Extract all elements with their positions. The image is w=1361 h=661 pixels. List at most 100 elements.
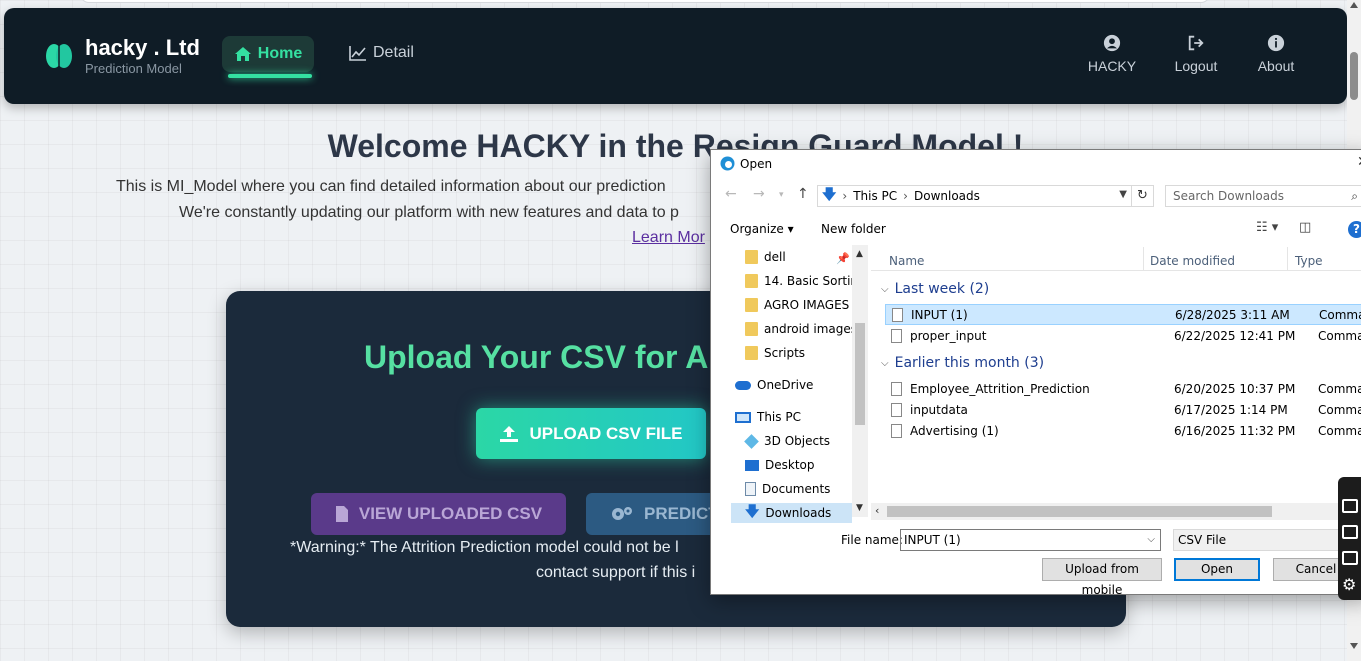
scroll-up-arrow-icon[interactable]	[1350, 2, 1358, 8]
camera-icon[interactable]	[1342, 499, 1358, 513]
view-uploaded-csv-button[interactable]: VIEW UPLOADED CSV	[311, 493, 566, 535]
upload-csv-button[interactable]: UPLOAD CSV FILE	[476, 408, 706, 459]
recent-locations-icon[interactable]: ▾	[779, 190, 784, 200]
organize-menu[interactable]: Organize ▾	[730, 222, 794, 236]
upload-from-mobile-button[interactable]: Upload from mobile	[1042, 558, 1162, 594]
help-icon[interactable]: ?	[1348, 221, 1361, 238]
page-scrollbar-thumb[interactable]	[1350, 52, 1358, 100]
up-arrow-icon[interactable]: ↑	[797, 186, 809, 202]
open-button[interactable]: Open	[1174, 558, 1260, 581]
file-date: 6/22/2025 12:41 PM	[1174, 328, 1296, 343]
nav-about[interactable]: About	[1236, 34, 1316, 74]
tree-item-label: Desktop	[765, 458, 815, 472]
warning-text-line1: *Warning:* The Attrition Prediction mode…	[290, 539, 679, 556]
nav-user[interactable]: HACKY	[1072, 34, 1152, 74]
folder-icon	[745, 346, 758, 360]
view-options-icon[interactable]: ☷ ▾ ◫	[1256, 220, 1311, 235]
video-icon[interactable]	[1342, 525, 1358, 539]
tree-item-dell[interactable]: dell	[745, 247, 786, 267]
file-name: INPUT (1)	[911, 307, 968, 322]
nav-about-label: About	[1257, 58, 1295, 74]
folder-icon	[745, 322, 758, 336]
file-type: Comma Sepa	[1318, 402, 1361, 417]
search-input[interactable]: Search Downloads ⌕	[1165, 185, 1361, 207]
scroll-down-arrow-icon[interactable]	[1350, 643, 1358, 649]
home-icon	[234, 47, 251, 61]
file-name: proper_input	[910, 328, 987, 343]
column-separator[interactable]	[1143, 247, 1144, 271]
tree-scrollbar-thumb[interactable]	[855, 323, 865, 425]
nav-home[interactable]: Home	[222, 36, 314, 72]
back-arrow-icon[interactable]: ←	[725, 186, 737, 202]
tree-scroll-up-icon[interactable]: ▲	[856, 249, 863, 259]
document-icon	[745, 482, 756, 496]
tree-item-basic-sorting[interactable]: 14. Basic Sorting	[745, 271, 866, 291]
file-name-input[interactable]: INPUT (1) ⌵	[900, 529, 1161, 551]
horizontal-scrollbar-thumb[interactable]	[887, 506, 1272, 517]
upload-csv-label: UPLOAD CSV FILE	[529, 423, 683, 443]
tree-item-scripts[interactable]: Scripts	[745, 343, 805, 363]
cloud-icon	[735, 380, 751, 390]
refresh-icon[interactable]: ↻	[1132, 185, 1154, 207]
group-header-earlier-this-month[interactable]: ⌵ Earlier this month (3)	[881, 355, 1044, 371]
file-type: Comma Sepa	[1318, 423, 1361, 438]
breadcrumb-downloads[interactable]: Downloads	[914, 189, 980, 203]
tree-item-documents[interactable]: Documents	[745, 479, 830, 499]
nav-logout-label: Logout	[1174, 58, 1218, 74]
address-dropdown-icon[interactable]: ▼	[1119, 189, 1127, 200]
file-name: inputdata	[910, 402, 968, 417]
column-type[interactable]: Type	[1295, 254, 1323, 268]
nav-detail[interactable]: Detail	[349, 44, 414, 62]
column-date-modified[interactable]: Date modified	[1150, 254, 1235, 268]
new-folder-button[interactable]: New folder	[821, 222, 886, 236]
tree-item-label: AGRO IMAGES	[764, 298, 850, 312]
learn-more-link[interactable]: Learn Mor	[632, 229, 705, 247]
tree-item-downloads[interactable]: 🡇 Downloads	[745, 503, 831, 523]
screen-capture-toolbar: ⚙	[1338, 477, 1361, 600]
file-row[interactable]: inputdata 6/17/2025 1:14 PM Comma Sepa	[885, 399, 1361, 420]
tree-item-3d-objects[interactable]: 3D Objects	[744, 431, 831, 451]
file-row[interactable]: Advertising (1) 6/16/2025 11:32 PM Comma…	[885, 420, 1361, 441]
tree-item-desktop[interactable]: Desktop	[745, 455, 815, 475]
column-separator[interactable]	[1287, 247, 1288, 271]
dialog-title: Open	[740, 157, 773, 171]
file-date: 6/16/2025 11:32 PM	[1174, 423, 1296, 438]
breadcrumb-this-pc[interactable]: This PC	[853, 189, 897, 203]
tree-item-android-images[interactable]: android images	[745, 319, 857, 339]
scroll-left-icon[interactable]: ‹	[875, 504, 879, 517]
file-row[interactable]: INPUT (1) 6/28/2025 3:11 AM Comma Sepa	[885, 304, 1361, 325]
nav-home-label: Home	[257, 45, 303, 62]
breadcrumb-separator: ›	[842, 189, 848, 203]
tree-item-label: 3D Objects	[764, 434, 831, 448]
pin-icon[interactable]: 📌	[836, 252, 850, 265]
tree-item-agro-images[interactable]: AGRO IMAGES	[745, 295, 849, 315]
chevron-down-icon[interactable]: ⌵	[1147, 530, 1155, 550]
close-icon[interactable]: ✕	[1357, 154, 1361, 170]
navigation-pane: dell 14. Basic Sorting AGRO IMAGES andro…	[711, 245, 866, 523]
tree-scroll-down-icon[interactable]: ▼	[856, 503, 863, 513]
column-name[interactable]: Name	[889, 254, 924, 268]
window-icon[interactable]	[1342, 551, 1358, 565]
chevron-down-icon: ⌵	[881, 283, 889, 295]
nav-logout[interactable]: Logout	[1156, 34, 1236, 74]
file-name-value: INPUT (1)	[904, 533, 961, 547]
browser-top-strip	[80, 0, 1210, 3]
file-type-select[interactable]: CSV File	[1173, 529, 1361, 551]
gears-icon	[612, 507, 632, 520]
file-list-header: Name Date modified Type	[871, 247, 1361, 271]
file-row[interactable]: Employee_Attrition_Prediction 6/20/2025 …	[885, 378, 1361, 399]
group-header-last-week[interactable]: ⌵ Last week (2)	[881, 281, 989, 297]
address-bar[interactable]: 🡇 › This PC › Downloads ▼	[817, 185, 1132, 207]
tree-item-onedrive[interactable]: OneDrive	[735, 375, 813, 395]
logout-icon	[1188, 35, 1204, 51]
hero-description-line2: We're constantly updating our platform w…	[179, 204, 679, 221]
gear-icon[interactable]: ⚙	[1342, 575, 1356, 595]
forward-arrow-icon[interactable]: →	[753, 186, 765, 202]
file-row[interactable]: proper_input 6/22/2025 12:41 PM Comma Se…	[885, 325, 1361, 346]
tree-scrollbar[interactable]: ▲ ▼	[852, 245, 868, 517]
tree-item-this-pc[interactable]: This PC	[735, 407, 801, 427]
brain-icon	[46, 44, 72, 68]
tree-item-label: Downloads	[765, 506, 832, 520]
tree-item-label: OneDrive	[757, 378, 814, 392]
file-list-horizontal-scrollbar[interactable]: ‹	[871, 503, 1361, 520]
